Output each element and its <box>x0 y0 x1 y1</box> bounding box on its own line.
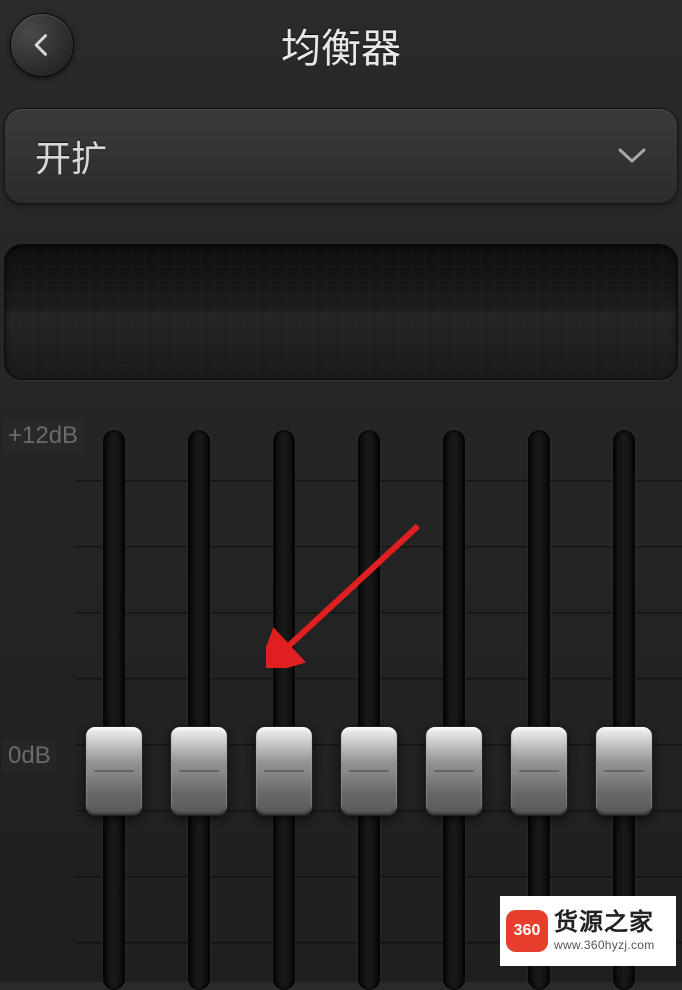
slider-track <box>103 430 125 990</box>
header: 均衡器 <box>0 0 682 90</box>
watermark-text: 货源之家 www.360hyzj.com <box>554 909 655 952</box>
slider-thumb[interactable] <box>340 726 398 816</box>
slider-thumb[interactable] <box>595 726 653 816</box>
slider-track <box>273 430 295 990</box>
slider-thumb[interactable] <box>85 726 143 816</box>
slider-thumb[interactable] <box>425 726 483 816</box>
eq-slider-5[interactable] <box>425 430 483 990</box>
chevron-left-icon <box>28 31 56 59</box>
db-label-max: +12dB <box>2 420 84 452</box>
slider-track <box>188 430 210 990</box>
slider-thumb[interactable] <box>255 726 313 816</box>
back-button[interactable] <box>10 13 74 77</box>
slider-thumb[interactable] <box>170 726 228 816</box>
eq-slider-2[interactable] <box>170 430 228 990</box>
preset-selected-label: 开扩 <box>35 130 107 182</box>
watermark: 360 货源之家 www.360hyzj.com <box>500 896 676 966</box>
eq-slider-4[interactable] <box>340 430 398 990</box>
page-title: 均衡器 <box>281 16 401 74</box>
eq-slider-3[interactable] <box>255 430 313 990</box>
chevron-down-icon <box>617 147 647 165</box>
slider-track <box>358 430 380 990</box>
eq-visualizer <box>4 244 678 380</box>
preset-selector[interactable]: 开扩 <box>4 108 678 204</box>
db-label-zero: 0dB <box>2 740 57 772</box>
slider-thumb[interactable] <box>510 726 568 816</box>
watermark-logo: 360 <box>506 910 548 952</box>
eq-slider-1[interactable] <box>85 430 143 990</box>
slider-track <box>443 430 465 990</box>
